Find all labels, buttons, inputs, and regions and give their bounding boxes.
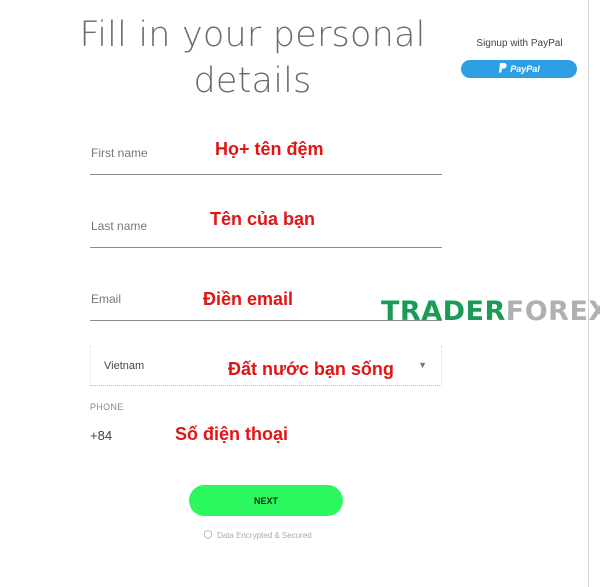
- page-title-line-2: details: [193, 61, 312, 101]
- email-annotation: Điền email: [203, 289, 294, 309]
- page-title: Fill in your personal details: [60, 12, 445, 104]
- first-name-annotation: Họ+ tên đệm: [215, 139, 324, 159]
- phone-label: PHONE: [90, 402, 124, 412]
- traderforex-watermark: TRADERFOREX: [381, 296, 600, 327]
- last-name-placeholder: Last name: [91, 219, 148, 233]
- last-name-annotation: Tên của bạn: [210, 209, 316, 229]
- secure-note-text: Data Encrypted & Secured: [217, 531, 312, 540]
- first-name-underline: [90, 174, 442, 175]
- next-button[interactable]: NEXT: [189, 485, 343, 516]
- panel-divider: [588, 0, 589, 587]
- secure-note: Data Encrypted & Secured: [204, 530, 312, 541]
- first-name-placeholder: First name: [91, 146, 148, 160]
- email-placeholder: Email: [91, 292, 122, 306]
- phone-annotation: Số điện thoại: [175, 424, 289, 444]
- watermark-part-2: FOREX: [505, 296, 600, 327]
- last-name-underline: [90, 247, 442, 248]
- page-title-line-1: Fill in your personal: [79, 15, 426, 55]
- paypal-signup-button[interactable]: PayPal: [461, 60, 577, 78]
- paypal-button-text: PayPal: [510, 64, 540, 74]
- shield-icon: [204, 530, 212, 541]
- country-annotation: Đất nước bạn sống: [228, 359, 394, 379]
- paypal-signup-label: Signup with PayPal: [476, 38, 563, 49]
- chevron-down-icon: ▼: [418, 360, 427, 370]
- phone-country-code[interactable]: +84: [90, 428, 112, 443]
- watermark-part-1: TRADER: [381, 296, 506, 327]
- country-selected-value: Vietnam: [104, 360, 145, 372]
- paypal-logo-icon: [498, 63, 507, 75]
